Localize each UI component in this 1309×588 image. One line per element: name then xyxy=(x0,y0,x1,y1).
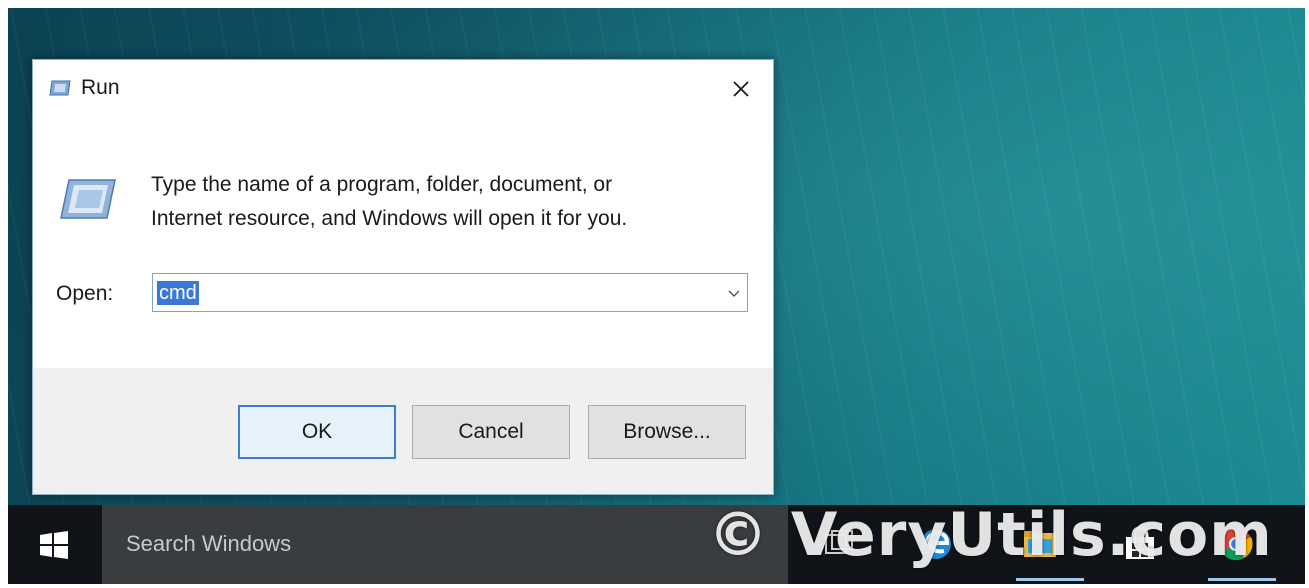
description-line-1: Type the name of a program, folder, docu… xyxy=(151,173,613,196)
start-button[interactable] xyxy=(8,505,100,584)
chrome-active-indicator xyxy=(1208,578,1276,581)
search-placeholder: Search Windows xyxy=(126,531,292,556)
open-label: Open: xyxy=(56,282,114,305)
start-windows-icon xyxy=(40,530,68,559)
run-dialog: Run Type the name of a program, folder, … xyxy=(32,59,774,495)
close-icon xyxy=(733,81,749,97)
dialog-description: Type the name of a program, folder, docu… xyxy=(151,168,731,236)
cancel-button[interactable]: Cancel xyxy=(412,405,570,459)
watermark-logo: © VeryUtils.com xyxy=(708,500,1273,570)
run-icon xyxy=(49,80,71,96)
desktop: Run Type the name of a program, folder, … xyxy=(8,8,1305,584)
window-title: Run xyxy=(81,76,120,99)
open-combobox[interactable]: cmd xyxy=(152,273,748,312)
description-line-2: Internet resource, and Windows will open… xyxy=(151,207,628,230)
dialog-footer: OK Cancel Browse... xyxy=(33,368,773,494)
chevron-down-icon[interactable] xyxy=(727,286,741,300)
ok-button[interactable]: OK xyxy=(238,405,396,459)
search-box[interactable]: Search Windows xyxy=(102,505,788,584)
open-input-value[interactable]: cmd xyxy=(157,281,199,305)
file-explorer-active-indicator xyxy=(1016,578,1084,581)
run-program-icon xyxy=(60,179,116,219)
close-button[interactable] xyxy=(721,70,761,108)
browse-button[interactable]: Browse... xyxy=(588,405,746,459)
title-bar[interactable]: Run xyxy=(33,60,773,120)
